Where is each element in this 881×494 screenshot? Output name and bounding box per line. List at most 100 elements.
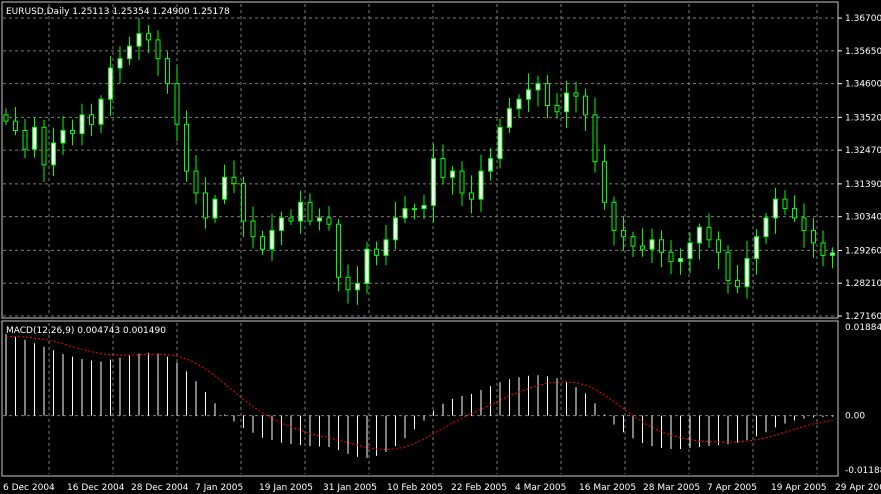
candle-bear bbox=[592, 114, 598, 163]
macd-tick-label: 0.018842 bbox=[845, 323, 881, 333]
candle-bear bbox=[288, 217, 294, 222]
candle-bull bbox=[364, 248, 370, 285]
candle-bull bbox=[98, 98, 104, 125]
candle-bear bbox=[716, 239, 721, 253]
candle-bear bbox=[165, 58, 170, 85]
candle-bear bbox=[545, 83, 550, 107]
candle-bear bbox=[792, 208, 797, 219]
candle-bear bbox=[820, 242, 826, 256]
candle-bear bbox=[13, 120, 18, 131]
price-tick-label: 1.30340 bbox=[845, 213, 881, 223]
date-tick-label: 28 Dec 2004 bbox=[131, 483, 189, 493]
candle-bear bbox=[260, 236, 265, 250]
candle-bull bbox=[79, 114, 85, 135]
date-tick-label: 29 Apr 200 bbox=[835, 483, 881, 493]
candle-bear bbox=[801, 217, 807, 231]
date-tick-label: 7 Apr 2005 bbox=[707, 483, 757, 493]
candle-bull bbox=[127, 45, 132, 60]
candle-bear bbox=[345, 276, 351, 291]
macd-pane-title: MACD(12,26,9) 0.004743 0.001490 bbox=[6, 326, 166, 336]
price-tick-label: 1.36700 bbox=[845, 14, 881, 24]
candle-bear bbox=[811, 229, 816, 244]
date-tick-label: 19 Jan 2005 bbox=[259, 483, 313, 493]
candle-bull bbox=[383, 239, 389, 256]
date-tick-label: 6 Dec 2004 bbox=[3, 483, 55, 493]
candle-bear bbox=[602, 161, 607, 203]
candle-bear bbox=[554, 105, 560, 113]
candle-bear bbox=[250, 220, 256, 238]
macd-tick-label: 0.00 bbox=[845, 412, 865, 422]
candle-bull bbox=[32, 126, 37, 150]
candle-bear bbox=[706, 226, 712, 241]
candle-bear bbox=[241, 183, 246, 222]
date-tick-label: 28 Mar 2005 bbox=[643, 483, 700, 493]
candle-bull bbox=[355, 283, 360, 291]
candle-bull bbox=[678, 258, 683, 263]
candle-bear bbox=[583, 95, 588, 116]
candle-bull bbox=[60, 129, 66, 144]
date-tick-label: 16 Dec 2004 bbox=[67, 483, 125, 493]
candle-bear bbox=[336, 223, 341, 278]
candle-bull bbox=[497, 126, 503, 160]
date-axis[interactable]: 6 Dec 2004 16 Dec 2004 28 Dec 2004 7 Jan 20… bbox=[3, 483, 881, 493]
candle-bull bbox=[269, 229, 275, 250]
candle-bull bbox=[317, 217, 322, 222]
candle-bull bbox=[222, 176, 227, 200]
candle-bull bbox=[136, 33, 142, 47]
candle-bear bbox=[70, 129, 75, 135]
candle-bear bbox=[725, 251, 731, 281]
date-tick-label: 22 Feb 2005 bbox=[451, 483, 507, 493]
candle-bull bbox=[393, 217, 398, 241]
candle-bull bbox=[516, 98, 522, 110]
candle-bull bbox=[212, 198, 218, 219]
trading-chart[interactable]: 1.36700 1.35650 1.34600 1.33520 1.32470 1.313… bbox=[0, 0, 881, 494]
candle-bull bbox=[830, 252, 835, 256]
price-tick-label: 1.32470 bbox=[845, 146, 881, 156]
candle-bear bbox=[630, 236, 636, 247]
candle-bear bbox=[573, 92, 579, 97]
candle-bull bbox=[744, 258, 750, 288]
macd-tick-label: -0.011885 bbox=[845, 466, 881, 476]
price-tick-label: 1.31390 bbox=[845, 180, 881, 190]
candle-bear bbox=[41, 126, 47, 166]
date-tick-label: 19 Apr 2005 bbox=[771, 483, 827, 493]
candle-bull bbox=[564, 92, 569, 113]
date-tick-label: 4 Mar 2005 bbox=[515, 483, 566, 493]
candle-bull bbox=[279, 217, 284, 231]
candle-bear bbox=[155, 39, 161, 60]
candle-bull bbox=[754, 236, 759, 260]
candle-bear bbox=[459, 170, 465, 194]
main-pane-title: EURUSD,Daily 1.25113 1.25354 1.24900 1.2… bbox=[6, 7, 230, 17]
candle-bear bbox=[146, 33, 151, 41]
candle-bull bbox=[108, 67, 113, 100]
candle-bear bbox=[89, 114, 94, 125]
candle-bull bbox=[421, 204, 427, 210]
candle-bear bbox=[374, 248, 379, 256]
date-tick-label: 7 Jan 2005 bbox=[195, 483, 243, 493]
candle-bear bbox=[3, 114, 9, 122]
candle-bear bbox=[231, 176, 237, 185]
candle-bear bbox=[193, 170, 199, 194]
candle-bear bbox=[640, 245, 645, 250]
candle-bull bbox=[773, 198, 778, 219]
price-tick-label: 1.28210 bbox=[845, 279, 881, 289]
candle-bull bbox=[488, 158, 493, 172]
candle-bear bbox=[659, 239, 664, 253]
chart-background bbox=[0, 0, 881, 494]
candle-bear bbox=[203, 192, 208, 219]
candle-bear bbox=[469, 192, 474, 200]
candle-bull bbox=[412, 208, 417, 211]
price-tick-label: 1.33520 bbox=[845, 113, 881, 123]
candle-bear bbox=[174, 83, 180, 125]
candle-bear bbox=[440, 158, 446, 178]
candle-bull bbox=[298, 201, 303, 222]
candle-bull bbox=[402, 208, 408, 219]
candle-bull bbox=[526, 89, 531, 100]
candle-bull bbox=[649, 239, 655, 250]
candle-bull bbox=[478, 170, 484, 200]
candle-bull bbox=[535, 83, 541, 91]
candle-bear bbox=[668, 251, 674, 263]
candle-bear bbox=[782, 198, 788, 210]
candle-bear bbox=[22, 129, 28, 150]
candle-bull bbox=[507, 108, 512, 128]
